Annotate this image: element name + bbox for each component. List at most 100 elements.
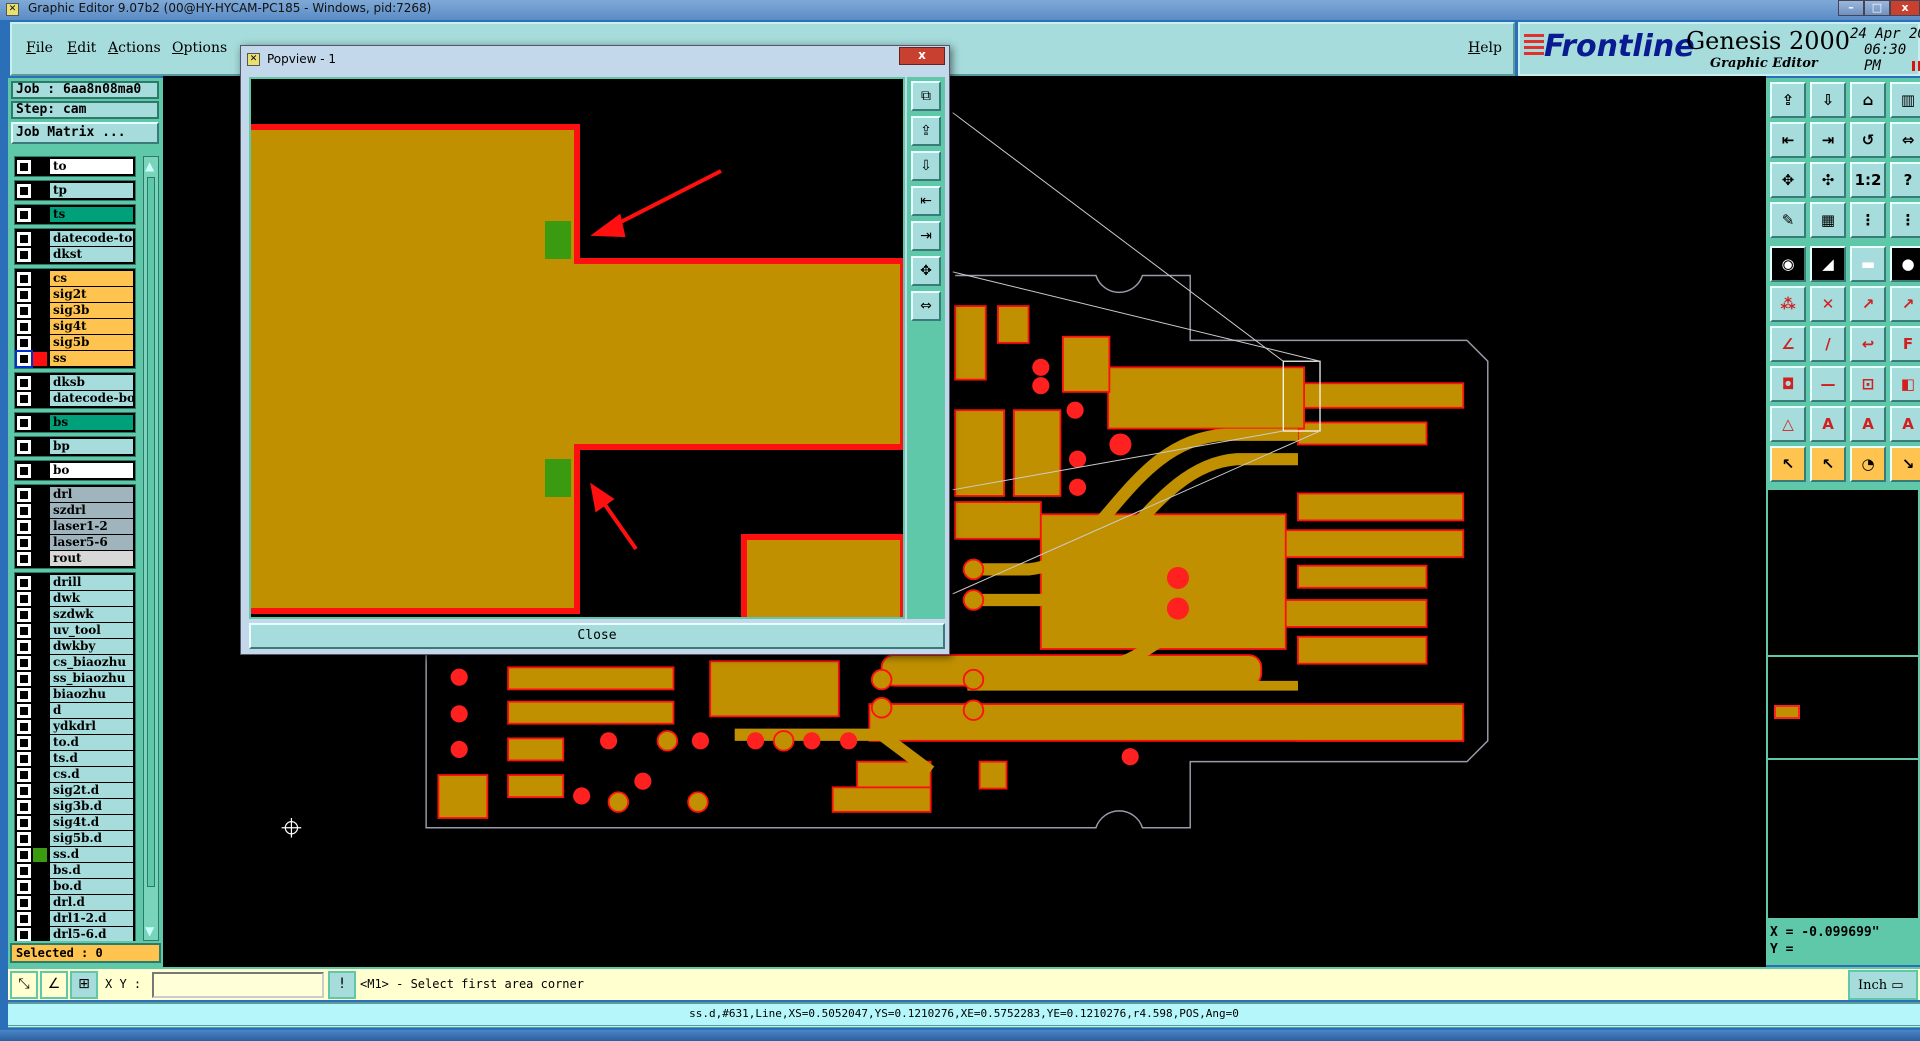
toolbar-tool-21-icon[interactable]: ⁂: [1770, 286, 1806, 322]
layer-name[interactable]: drl: [50, 487, 133, 502]
scroll-thumb[interactable]: [147, 177, 155, 887]
toolbar-tool-8-icon[interactable]: ⇔: [1890, 122, 1920, 158]
layer-name[interactable]: d: [50, 703, 133, 718]
layer-display-swatch[interactable]: [33, 639, 47, 654]
layer-name[interactable]: szdrl: [50, 503, 133, 518]
layer-checkbox[interactable]: [17, 591, 31, 606]
layer-display-swatch[interactable]: [33, 751, 47, 766]
layer-checkbox[interactable]: [17, 551, 31, 566]
layer-display-swatch[interactable]: [33, 159, 47, 174]
layer-display-swatch[interactable]: [33, 671, 47, 686]
layer-row[interactable]: laser5-6: [17, 535, 133, 550]
toolbar-tool-19-icon[interactable]: ▬: [1850, 246, 1886, 282]
layer-name[interactable]: bs: [50, 415, 133, 430]
layer-row[interactable]: uv_tool: [17, 623, 133, 638]
layer-name[interactable]: drl1-2.d: [50, 911, 133, 926]
layer-row[interactable]: to: [17, 159, 133, 174]
layer-row[interactable]: sig2t: [17, 287, 133, 302]
toolbar-tool-25-icon[interactable]: ∠: [1770, 326, 1806, 362]
layer-name[interactable]: tp: [50, 183, 133, 198]
job-matrix-button[interactable]: Job Matrix ...: [11, 122, 159, 144]
layer-checkbox[interactable]: [17, 927, 31, 941]
toolbar-tool-32-icon[interactable]: ◧: [1890, 366, 1920, 402]
layer-display-swatch[interactable]: [33, 439, 47, 454]
toolbar-tool-10-icon[interactable]: ✣: [1810, 162, 1846, 198]
popview-tool-1-icon[interactable]: ⧉: [911, 81, 941, 111]
layer-display-swatch[interactable]: [33, 231, 47, 246]
layer-row[interactable]: dwk: [17, 591, 133, 606]
menu-actions[interactable]: Actions: [108, 40, 161, 56]
grid-icon[interactable]: ⊞: [70, 971, 98, 999]
layer-display-swatch[interactable]: [33, 719, 47, 734]
layer-row[interactable]: sig3b.d: [17, 799, 133, 814]
popview-tool-7-icon[interactable]: ⇔: [911, 291, 941, 321]
layer-row[interactable]: dksb: [17, 375, 133, 390]
layer-row[interactable]: dwkby: [17, 639, 133, 654]
layer-checkbox[interactable]: [17, 575, 31, 590]
layer-display-swatch[interactable]: [33, 503, 47, 518]
layer-name[interactable]: sig2t: [50, 287, 133, 302]
layer-checkbox[interactable]: [17, 319, 31, 334]
layer-row[interactable]: sig4t: [17, 319, 133, 334]
layer-name[interactable]: cs.d: [50, 767, 133, 782]
layer-name[interactable]: ydkdrl: [50, 719, 133, 734]
layer-name[interactable]: sig5b: [50, 335, 133, 350]
layer-name[interactable]: ss_biaozhu: [50, 671, 133, 686]
layer-row[interactable]: bs: [17, 415, 133, 430]
layer-row[interactable]: cs_biaozhu: [17, 655, 133, 670]
layer-name[interactable]: drl.d: [50, 895, 133, 910]
layer-display-swatch[interactable]: [33, 783, 47, 798]
layer-row[interactable]: ss: [15, 349, 133, 368]
layer-display-swatch[interactable]: [33, 375, 47, 390]
layer-row[interactable]: sig2t.d: [17, 783, 133, 798]
layer-row[interactable]: drill: [17, 575, 133, 590]
layer-checkbox[interactable]: [17, 335, 31, 350]
layer-checkbox[interactable]: [17, 375, 31, 390]
xy-input[interactable]: [152, 972, 324, 998]
layer-name[interactable]: uv_tool: [50, 623, 133, 638]
layer-row[interactable]: drl5-6.d: [17, 927, 133, 941]
layer-checkbox[interactable]: [17, 751, 31, 766]
layer-name[interactable]: sig4t.d: [50, 815, 133, 830]
layer-display-swatch[interactable]: [33, 623, 47, 638]
toolbar-tool-26-icon[interactable]: /: [1810, 326, 1846, 362]
toolbar-tool-38-icon[interactable]: ↖: [1810, 446, 1846, 482]
layer-display-swatch[interactable]: [33, 575, 47, 590]
toolbar-tool-31-icon[interactable]: ⊡: [1850, 366, 1886, 402]
maximize-button[interactable]: □: [1864, 0, 1890, 16]
toolbar-tool-39-icon[interactable]: ◔: [1850, 446, 1886, 482]
close-window-button[interactable]: x: [1890, 0, 1920, 16]
layer-row[interactable]: sig5b.d: [17, 831, 133, 846]
layer-row[interactable]: sig4t.d: [17, 815, 133, 830]
layer-display-swatch[interactable]: [33, 487, 47, 502]
layer-row[interactable]: sig3b: [17, 303, 133, 318]
layer-checkbox[interactable]: [17, 815, 31, 830]
layer-name[interactable]: datecode-bo: [50, 391, 133, 406]
toolbar-tool-17-icon[interactable]: ◉: [1770, 246, 1806, 282]
layer-row[interactable]: dkst: [17, 247, 133, 262]
layer-row[interactable]: drl1-2.d: [17, 911, 133, 926]
layer-checkbox[interactable]: [17, 911, 31, 926]
layer-display-swatch[interactable]: [33, 655, 47, 670]
layer-display-swatch[interactable]: [33, 351, 47, 366]
layer-name[interactable]: sig2t.d: [50, 783, 133, 798]
layer-checkbox[interactable]: [17, 687, 31, 702]
layer-display-swatch[interactable]: [33, 591, 47, 606]
layer-display-swatch[interactable]: [33, 271, 47, 286]
layer-display-swatch[interactable]: [33, 847, 47, 862]
layer-checkbox[interactable]: [17, 231, 31, 246]
layer-name[interactable]: sig3b.d: [50, 799, 133, 814]
layer-checkbox[interactable]: [17, 271, 31, 286]
layer-checkbox[interactable]: [17, 703, 31, 718]
layer-row[interactable]: drl.d: [17, 895, 133, 910]
toolbar-tool-4-icon[interactable]: ▥: [1890, 82, 1920, 118]
layer-name[interactable]: ss.d: [50, 847, 133, 862]
layer-display-swatch[interactable]: [33, 519, 47, 534]
popview-close-button[interactable]: Close: [249, 623, 945, 649]
layer-row[interactable]: datecode-bo: [17, 391, 133, 406]
layer-checkbox[interactable]: [17, 303, 31, 318]
layer-checkbox[interactable]: [17, 879, 31, 894]
toolbar-tool-16-icon[interactable]: ⋮: [1890, 202, 1920, 238]
layer-name[interactable]: bp: [50, 439, 133, 454]
unit-selector[interactable]: Inch ▭: [1848, 970, 1918, 1000]
